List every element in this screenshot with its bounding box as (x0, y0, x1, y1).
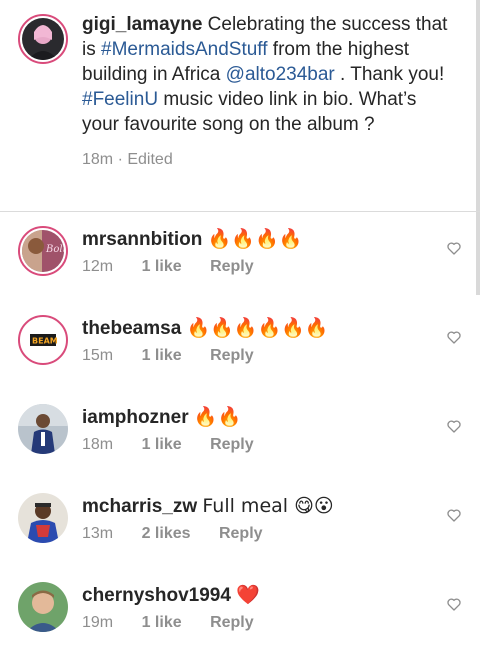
comment-text: mrsannbition 🔥🔥🔥🔥 (82, 226, 302, 253)
comment-time: 12m (82, 258, 114, 275)
comment-meta: 19m 1 like Reply (82, 614, 278, 632)
reply-button[interactable]: Reply (210, 347, 254, 364)
comment-row: iamphozner 🔥🔥 18m 1 like Reply (18, 404, 468, 484)
comment-row: mcharris_zw Full meal 😋😮 13m 2 likes Rep… (18, 493, 468, 573)
heart-outline-icon[interactable] (446, 507, 462, 523)
heart-outline-icon[interactable] (446, 329, 462, 345)
hashtag-link[interactable]: #FeelinU (82, 89, 158, 110)
comment-body: 🔥🔥 (193, 406, 242, 428)
avatar[interactable] (18, 404, 68, 454)
caption-time: 18m (82, 151, 114, 168)
comment-text: chernyshov1994 ❤️ (82, 582, 260, 609)
comment-meta: 12m 1 like Reply (82, 258, 278, 276)
comment-time: 15m (82, 347, 114, 364)
reply-button[interactable]: Reply (210, 436, 254, 453)
likes-count[interactable]: 1 like (142, 436, 182, 453)
comment-body: ❤️ (236, 584, 260, 606)
avatar[interactable] (18, 493, 68, 543)
comment-body: 🔥🔥🔥🔥🔥🔥 (186, 317, 329, 339)
comment-body: 🔥🔥🔥🔥 (207, 228, 303, 250)
svg-text:Bolt: Bolt (45, 244, 64, 255)
comment-time: 18m (82, 436, 114, 453)
avatar[interactable]: Bolt (18, 226, 68, 276)
hashtag-link[interactable]: #MermaidsAndStuff (101, 39, 268, 60)
comment-meta: 13m 2 likes Reply (82, 525, 287, 543)
likes-count[interactable]: 1 like (142, 347, 182, 364)
comment-meta: 15m 1 like Reply (82, 347, 278, 365)
reply-button[interactable]: Reply (210, 614, 254, 631)
mention-link[interactable]: @alto234bar (226, 64, 335, 85)
comment-username[interactable]: chernyshov1994 (82, 585, 231, 606)
caption-username[interactable]: gigi_lamayne (82, 14, 202, 35)
caption-text-part: . Thank you! (334, 64, 445, 85)
scrollbar[interactable] (476, 0, 480, 295)
comment-username[interactable]: mcharris_zw (82, 496, 197, 517)
comment-username[interactable]: mrsannbition (82, 229, 202, 250)
comment-username[interactable]: iamphozner (82, 407, 189, 428)
reply-button[interactable]: Reply (219, 525, 263, 542)
comment-text: iamphozner 🔥🔥 (82, 404, 241, 431)
comment-row: BEAM thebeamsa 🔥🔥🔥🔥🔥🔥 15m 1 like Reply (18, 315, 468, 395)
logo-text: BEAM (32, 337, 58, 346)
comment-body: Full meal 😋😮 (202, 495, 334, 517)
comment-meta: 18m 1 like Reply (82, 436, 278, 454)
comment-row: chernyshov1994 ❤️ 19m 1 like Reply (18, 582, 468, 661)
reply-button[interactable]: Reply (210, 258, 254, 275)
caption-meta: 18m · Edited (82, 147, 458, 172)
comment-time: 13m (82, 525, 114, 542)
heart-outline-icon[interactable] (446, 418, 462, 434)
edited-label: Edited (127, 151, 173, 168)
meta-separator: · (117, 151, 123, 168)
divider (0, 211, 480, 212)
comment-row: Bolt mrsannbition 🔥🔥🔥🔥 12m 1 like Reply (18, 226, 468, 306)
comment-text: thebeamsa 🔥🔥🔥🔥🔥🔥 (82, 315, 329, 342)
likes-count[interactable]: 1 like (142, 258, 182, 275)
avatar[interactable] (18, 14, 68, 64)
comment-text: mcharris_zw Full meal 😋😮 (82, 493, 334, 520)
caption-text: gigi_lamayne Celebrating the success tha… (82, 12, 458, 172)
heart-outline-icon[interactable] (446, 240, 462, 256)
avatar[interactable] (18, 582, 68, 632)
likes-count[interactable]: 2 likes (142, 525, 191, 542)
avatar[interactable]: BEAM (18, 315, 68, 365)
likes-count[interactable]: 1 like (142, 614, 182, 631)
comment-username[interactable]: thebeamsa (82, 318, 181, 339)
comment-time: 19m (82, 614, 114, 631)
heart-outline-icon[interactable] (446, 596, 462, 612)
